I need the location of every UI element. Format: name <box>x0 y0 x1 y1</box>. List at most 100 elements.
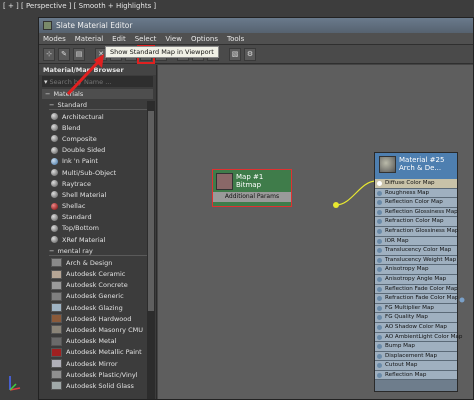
list-item[interactable]: Composite <box>51 133 156 144</box>
material-sphere-icon <box>51 224 58 232</box>
material-sphere-icon <box>51 113 58 121</box>
browser-scrollbar[interactable] <box>147 101 155 399</box>
map-slot[interactable]: Reflection Fade Color Map <box>375 284 458 295</box>
map-slot[interactable]: Displacement Map <box>375 351 457 362</box>
map-slot[interactable]: Translucency Color Map <box>375 246 457 256</box>
list-item[interactable]: Autodesk Ceramic <box>51 268 156 279</box>
list-item[interactable]: Arch & Design <box>51 257 156 268</box>
map-slot[interactable]: Reflection Color Map <box>375 198 457 208</box>
map-slot[interactable]: Roughness Map <box>375 188 457 199</box>
material-swatch-icon <box>51 381 62 391</box>
map-slot[interactable]: Anisotropy Map <box>375 265 457 275</box>
menu-modes[interactable]: Modes <box>43 35 66 43</box>
tooltip: Show Standard Map in Viewport <box>105 46 219 58</box>
material-swatch-icon <box>51 325 62 335</box>
menu-material[interactable]: Material <box>75 35 103 43</box>
material-sphere-icon <box>51 169 58 177</box>
list-item[interactable]: Blend <box>51 122 156 133</box>
list-item[interactable]: Top/Bottom <box>51 223 156 234</box>
material-sphere-icon <box>51 191 58 199</box>
material-node-header[interactable]: Material #25 Arch & De... <box>375 153 457 179</box>
material-swatch-icon <box>51 291 62 301</box>
map-slot[interactable]: Refraction Fade Color Map <box>375 294 458 304</box>
window-titlebar[interactable]: Slate Material Editor <box>39 18 473 33</box>
scroll-thumb[interactable] <box>148 111 154 311</box>
material-sphere-icon <box>51 180 58 188</box>
material-sphere-icon <box>51 146 58 154</box>
map-slot[interactable]: Anisotropy Angle Map <box>375 274 457 285</box>
group-standard[interactable]: − Standard <box>49 100 153 110</box>
group-mental-ray[interactable]: − mental ray <box>49 246 153 257</box>
material-sphere-icon <box>51 213 58 221</box>
slate-editor-app-icon <box>43 21 52 30</box>
list-item[interactable]: Autodesk Solid Glass <box>51 380 156 391</box>
list-item[interactable]: Autodesk Glazing <box>51 302 156 313</box>
map-slot[interactable]: Bump Map <box>375 342 457 352</box>
select-by-material-icon[interactable]: ⚙ <box>244 47 256 61</box>
list-item[interactable]: Autodesk Metal <box>51 336 156 347</box>
map-slot[interactable]: AO Shadow Color Map <box>375 322 457 333</box>
bitmap-node[interactable]: Map #1 Bitmap Additional Params <box>212 169 292 207</box>
material-sphere-icon <box>51 135 58 143</box>
bitmap-node-params[interactable]: Additional Params <box>213 192 291 202</box>
viewport-label: [ + ] [ Perspective ] [ Smooth + Highlig… <box>3 2 157 10</box>
map-slot[interactable]: Reflection Map <box>375 370 457 381</box>
list-item[interactable]: Autodesk Generic <box>51 291 156 302</box>
list-item[interactable]: Autodesk Mirror <box>51 358 156 369</box>
bitmap-thumbnail <box>216 173 233 190</box>
list-item[interactable]: Autodesk Masonry CMU <box>51 324 156 335</box>
menu-view[interactable]: View <box>165 35 182 43</box>
menu-options[interactable]: Options <box>191 35 218 43</box>
list-item[interactable]: Shellac <box>51 201 156 212</box>
map-slot[interactable]: Refraction Color Map <box>375 217 457 227</box>
list-item[interactable]: Autodesk Plastic/Vinyl <box>51 369 156 380</box>
list-item[interactable]: Autodesk Hardwood <box>51 313 156 324</box>
material-swatch-icon <box>51 280 62 290</box>
map-slot[interactable]: Translucency Weight Map <box>375 255 457 266</box>
menu-tools[interactable]: Tools <box>227 35 244 43</box>
material-sphere-icon <box>51 157 58 165</box>
map-slot-diffuse-color[interactable]: Diffuse Color Map <box>375 179 457 189</box>
material-node-title: Material #25 Arch & De... <box>399 156 445 172</box>
map-slot[interactable]: Reflection Glossiness Map <box>375 207 458 218</box>
material-map-browser: Material/Map Browser ▾ − Materials − Sta… <box>39 65 157 399</box>
group-label: mental ray <box>57 246 93 255</box>
menu-select[interactable]: Select <box>135 35 157 43</box>
list-item[interactable]: Shell Material <box>51 189 156 200</box>
list-item[interactable]: Standard <box>51 212 156 223</box>
parameter-editor-icon[interactable]: ▧ <box>229 47 241 61</box>
menu-edit[interactable]: Edit <box>112 35 126 43</box>
map-slot[interactable]: AO AmbientLight Color Map <box>375 332 462 343</box>
map-slot[interactable]: Cutout Map <box>375 361 457 371</box>
collapse-icon: − <box>49 100 55 109</box>
map-slot[interactable]: FG Quality Map <box>375 313 457 323</box>
map-slot[interactable]: Refraction Glossiness Map <box>375 226 458 237</box>
list-item[interactable]: Raytrace <box>51 178 156 189</box>
red-arrow-annotation <box>66 54 104 96</box>
list-item[interactable]: XRef Material <box>51 234 156 245</box>
material-swatch-icon <box>51 347 62 357</box>
material-sphere-icon <box>51 202 58 210</box>
list-item[interactable]: Architectural <box>51 111 156 122</box>
material-sphere-icon <box>379 156 396 173</box>
pick-material-icon[interactable]: ⊹ <box>43 47 55 61</box>
map-slot[interactable]: IOR Map <box>375 236 457 247</box>
menubar: Modes Material Edit Select View Options … <box>39 33 473 45</box>
material-swatch-icon <box>51 269 62 279</box>
material-swatch-icon <box>51 359 62 369</box>
search-icon: ▾ <box>44 77 48 86</box>
material-node[interactable]: Material #25 Arch & De... Diffuse Color … <box>374 152 462 392</box>
material-swatch-icon <box>51 303 62 313</box>
list-item[interactable]: Autodesk Concrete <box>51 280 156 291</box>
material-sphere-icon <box>51 124 58 132</box>
collapse-icon: − <box>49 246 55 255</box>
list-item[interactable]: Ink 'n Paint <box>51 156 156 167</box>
list-item[interactable]: Autodesk Metallic Paint <box>51 347 156 358</box>
group-label: Standard <box>57 100 88 109</box>
material-swatch-icon <box>51 258 62 268</box>
axis-gizmo-icon <box>9 376 21 391</box>
list-item[interactable]: Multi/Sub-Object <box>51 167 156 178</box>
list-item[interactable]: Double Sided <box>51 145 156 156</box>
map-slot[interactable]: FG Multiplier Map <box>375 303 457 314</box>
material-swatch-icon <box>51 314 62 324</box>
